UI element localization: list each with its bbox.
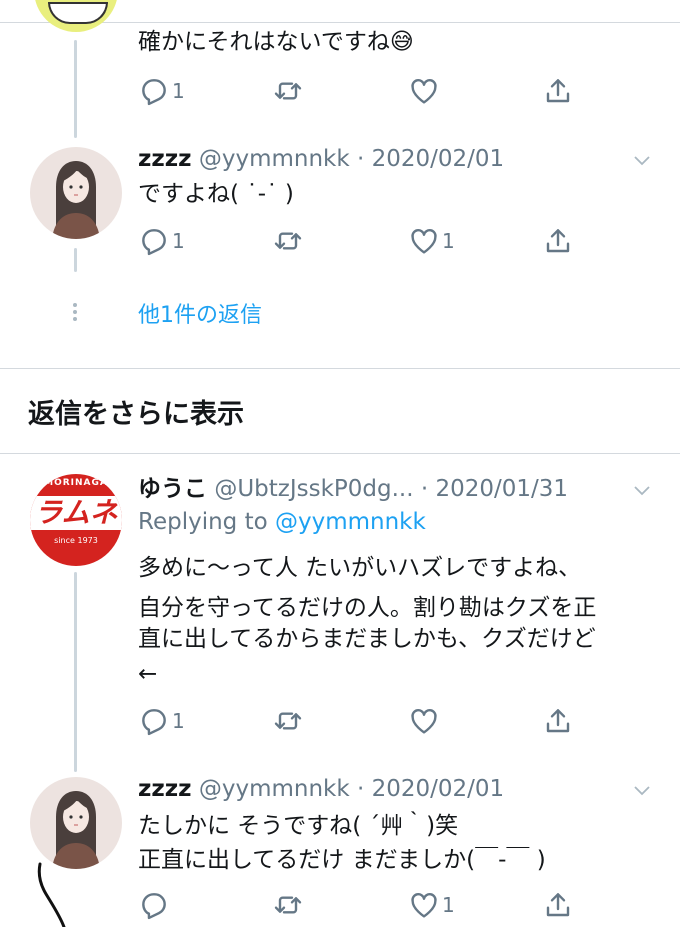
display-name[interactable]: ゆうこ [138,476,207,502]
avatar-illustration [52,791,100,869]
chevron-down-icon[interactable] [632,780,652,800]
share-button[interactable] [542,888,574,922]
reply-button[interactable]: 1 [138,74,185,108]
tweet-date: · 2020/02/01 [357,776,505,802]
user-handle[interactable]: @yymmnnkk [199,146,350,172]
retweet-button[interactable] [272,224,304,258]
retweet-button[interactable] [272,888,304,922]
chevron-down-icon[interactable] [632,480,652,500]
like-button[interactable]: 1 [408,224,455,258]
user-handle[interactable]: @UbtzJsskP0dg... [214,476,413,502]
reply-icon [142,229,166,256]
avatar-partial[interactable] [34,0,118,32]
heart-icon [411,79,437,104]
retweet-icon [274,232,302,250]
share-icon [546,229,570,253]
share-icon [546,893,570,917]
share-icon [546,709,570,733]
heart-icon [411,229,437,254]
tweet-text-line: 正直に出してるだけ まだましか(￣-￣ ) [138,847,546,873]
retweet-icon [274,82,302,100]
reply-count: 1 [172,709,185,733]
tweet-text-line: 直に出してるからまだましかも、クズだけど [138,626,596,652]
avatar[interactable] [30,777,122,869]
reply-icon [142,709,166,736]
tweet-header: zzzz @yymmnnkk · 2020/02/01 [138,144,504,174]
reply-count: 1 [172,229,185,253]
retweet-button[interactable] [272,704,304,738]
section-divider [0,453,680,454]
heart-icon [411,893,437,918]
section-title[interactable]: 返信をさらに表示 [28,392,244,431]
tweet-date: · 2020/01/31 [420,476,569,502]
like-button[interactable]: 1 [408,888,455,922]
like-button[interactable] [408,74,440,108]
section-divider [0,368,680,369]
replying-to-label: Replying to [138,509,275,535]
share-button[interactable] [542,74,574,108]
user-handle[interactable]: @yymmnnkk [199,776,350,802]
avatar-logo: MORINAGA ラムネ since 1973 [30,474,122,566]
tweet-header: zzzz @yymmnnkk · 2020/02/01 [138,774,504,804]
thread-line [74,40,77,138]
retweet-button[interactable] [272,74,304,108]
handwritten-stroke [37,862,66,927]
like-count: 1 [442,229,455,253]
display-name[interactable]: zzzz [138,146,192,172]
share-button[interactable] [542,704,574,738]
reply-button[interactable]: 1 [138,704,185,738]
show-more-replies-link[interactable]: 他1件の返信 [138,297,262,329]
replying-to: Replying to @yymmnnkk [138,509,426,535]
avatar[interactable]: MORINAGA ラムネ since 1973 [30,474,122,566]
retweet-icon [274,712,302,730]
tweet-date: · 2020/02/01 [357,146,505,172]
more-replies-dots [72,300,78,324]
reply-button[interactable]: 1 [138,224,185,258]
tweet-header: ゆうこ @UbtzJsskP0dg... · 2020/01/31 [138,474,568,504]
reply-button[interactable] [138,888,170,922]
chevron-down-icon[interactable] [632,150,652,170]
thread-line [74,572,77,772]
share-icon [546,79,570,103]
tweet-text-line: ← [138,661,158,687]
like-button[interactable] [408,704,440,738]
tweet-text: ですよね( ˙-˙ ) [138,181,294,207]
tweet-text-line: 多めに〜って人 たいがいハズレですよね、 [138,555,582,581]
reply-count: 1 [172,79,185,103]
reply-icon [142,79,166,106]
avatar[interactable] [30,147,122,239]
mention-link[interactable]: @yymmnnkk [275,509,426,535]
avatar-illustration [52,161,100,239]
tweet-text: 確かにそれはないですね😅 [138,29,414,55]
retweet-icon [274,896,302,914]
thread-line [74,248,77,272]
share-button[interactable] [542,224,574,258]
like-count: 1 [442,893,455,917]
reply-icon [142,893,166,920]
display-name[interactable]: zzzz [138,776,192,802]
heart-icon [411,709,437,734]
